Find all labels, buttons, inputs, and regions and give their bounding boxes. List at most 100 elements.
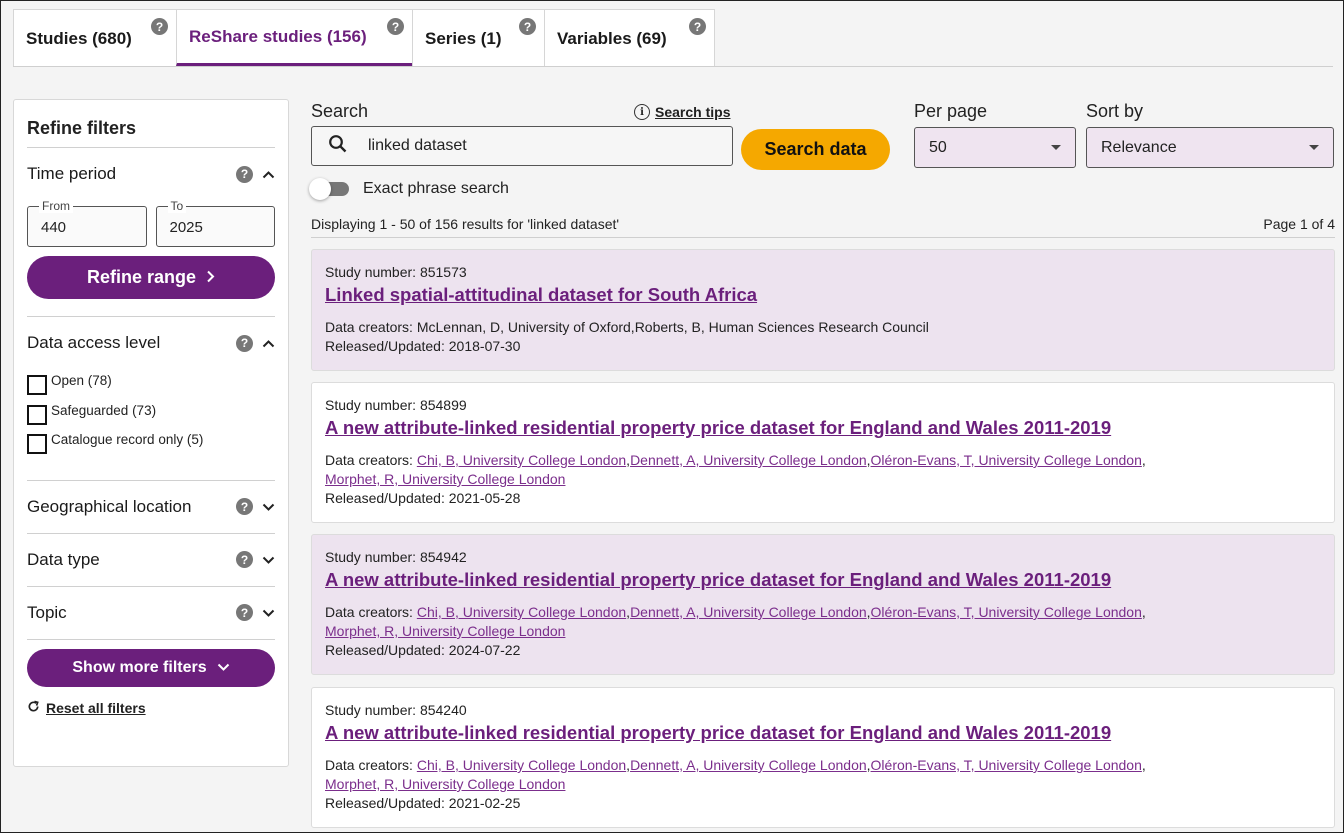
access-option-safeguarded[interactable]: Safeguarded (73) xyxy=(27,403,275,433)
exact-phrase-row: Exact phrase search xyxy=(309,178,509,200)
exact-phrase-label: Exact phrase search xyxy=(363,180,509,197)
reset-filters: Reset all filters xyxy=(27,700,275,716)
from-value: 440 xyxy=(41,219,67,236)
chevron-down-icon[interactable] xyxy=(261,605,275,621)
search-tips: i Search tips xyxy=(634,104,730,120)
refine-range-label: Refine range xyxy=(86,267,197,287)
data-access-label: Data access level xyxy=(27,333,161,352)
checkbox[interactable] xyxy=(27,404,47,425)
from-year-input[interactable]: From 440 xyxy=(27,199,147,247)
caret-down-icon xyxy=(1051,145,1061,150)
result-card: Study number: 851573 Linked spatial-atti… xyxy=(311,249,1335,371)
help-icon[interactable]: ? xyxy=(519,18,536,35)
access-option-catalogue[interactable]: Catalogue record only (5) xyxy=(27,432,275,462)
chevron-up-icon[interactable] xyxy=(261,166,275,182)
creator-link[interactable]: Dennett, A, University College London xyxy=(630,757,867,773)
search-input[interactable] xyxy=(368,137,688,155)
tab-reshare-studies[interactable]: ReShare studies (156) ? xyxy=(176,9,413,66)
creator-link[interactable]: Oléron-Evans, T, University College Lond… xyxy=(871,452,1142,468)
tab-label: ReShare studies (156) xyxy=(189,26,367,46)
help-icon[interactable]: ? xyxy=(236,498,253,515)
data-type-header[interactable]: Data type ? xyxy=(27,534,275,586)
tab-divider xyxy=(13,66,1333,67)
help-icon[interactable]: ? xyxy=(236,334,253,352)
chevron-right-icon xyxy=(206,267,215,288)
to-label: To xyxy=(167,199,187,213)
creator-link[interactable]: Oléron-Evans, T, University College Lond… xyxy=(871,757,1142,773)
creator-link[interactable]: Morphet, R, University College London xyxy=(325,776,565,792)
search-label: Search xyxy=(311,101,369,121)
results-count: Displaying 1 - 50 of 156 results for 'li… xyxy=(311,216,620,232)
results-summary: Displaying 1 - 50 of 156 results for 'li… xyxy=(311,216,1335,238)
tab-studies[interactable]: Studies (680) ? xyxy=(13,9,177,67)
released-date: Released/Updated: 2018-07-30 xyxy=(325,338,521,354)
study-title-link[interactable]: Linked spatial-attitudinal dataset for S… xyxy=(325,284,1321,306)
help-icon[interactable]: ? xyxy=(236,165,253,183)
tab-bar: Studies (680) ? ReShare studies (156) ? … xyxy=(13,9,715,67)
result-card: Study number: 854899 A new attribute-lin… xyxy=(311,382,1335,523)
data-access-section: Data access level ? Open (78) Safeguarde… xyxy=(27,317,275,481)
chevron-up-icon[interactable] xyxy=(261,335,275,351)
refine-range-button[interactable]: Refine range xyxy=(27,256,275,299)
topic-section: Topic ? xyxy=(27,587,275,640)
info-icon: i xyxy=(634,104,650,120)
per-page-value: 50 xyxy=(929,138,947,156)
tab-series[interactable]: Series (1) ? xyxy=(412,9,545,67)
sort-by-value: Relevance xyxy=(1101,138,1177,156)
data-access-header[interactable]: Data access level ? xyxy=(27,317,275,369)
results-divider xyxy=(311,237,1335,238)
exact-phrase-toggle[interactable] xyxy=(309,178,349,200)
study-number: Study number: 854240 xyxy=(325,702,467,718)
creator-link[interactable]: Morphet, R, University College London xyxy=(325,623,565,639)
topic-header[interactable]: Topic ? xyxy=(27,587,275,639)
time-period-label: Time period xyxy=(27,164,117,183)
released-date: Released/Updated: 2021-02-25 xyxy=(325,795,521,811)
refine-filters-panel: Refine filters Time period ? From 440 To… xyxy=(13,99,289,767)
data-creators: Data creators: Chi, B, University Colleg… xyxy=(325,604,1146,639)
per-page-label: Per page xyxy=(914,101,988,121)
tab-label: Series (1) xyxy=(425,28,502,48)
help-icon[interactable]: ? xyxy=(236,604,253,621)
creator-link[interactable]: Morphet, R, University College London xyxy=(325,471,565,487)
show-more-filters-button[interactable]: Show more filters xyxy=(27,648,275,687)
time-period-section: Time period ? From 440 To 2025 Refine ra… xyxy=(27,148,275,317)
show-more-filters-label: Show more filters xyxy=(72,658,207,676)
creator-link[interactable]: Oléron-Evans, T, University College Lond… xyxy=(871,604,1142,620)
creator-link[interactable]: Dennett, A, University College London xyxy=(630,452,867,468)
geo-header[interactable]: Geographical location ? xyxy=(27,481,275,533)
to-year-input[interactable]: To 2025 xyxy=(155,199,275,247)
help-icon[interactable]: ? xyxy=(151,18,168,35)
checkbox-label: Safeguarded (73) xyxy=(51,402,157,418)
time-period-header[interactable]: Time period ? xyxy=(27,148,275,200)
creator-link[interactable]: Chi, B, University College London xyxy=(417,604,626,620)
access-option-open[interactable]: Open (78) xyxy=(27,373,275,403)
creator-link[interactable]: Chi, B, University College London xyxy=(417,757,626,773)
chevron-down-icon[interactable] xyxy=(261,552,275,568)
sort-by-select[interactable]: Relevance xyxy=(1086,127,1334,168)
checkbox[interactable] xyxy=(27,434,47,454)
checkbox-label: Open (78) xyxy=(51,373,112,388)
result-card: Study number: 854942 A new attribute-lin… xyxy=(311,534,1335,675)
help-icon[interactable]: ? xyxy=(689,18,706,35)
per-page-select[interactable]: 50 xyxy=(914,127,1076,168)
creator-link[interactable]: Chi, B, University College London xyxy=(417,452,626,468)
study-title-link[interactable]: A new attribute-linked residential prope… xyxy=(325,417,1321,439)
chevron-down-icon xyxy=(217,659,230,677)
help-icon[interactable]: ? xyxy=(387,18,404,35)
topic-label: Topic xyxy=(27,602,67,622)
reset-all-filters-link[interactable]: Reset all filters xyxy=(46,700,146,716)
caret-down-icon xyxy=(1309,145,1319,150)
checkbox[interactable] xyxy=(27,375,47,395)
geo-section: Geographical location ? xyxy=(27,481,275,534)
study-title-link[interactable]: A new attribute-linked residential prope… xyxy=(325,722,1321,744)
page-indicator: Page 1 of 4 xyxy=(1263,216,1335,232)
search-tips-link[interactable]: Search tips xyxy=(655,104,730,120)
chevron-down-icon[interactable] xyxy=(261,499,275,515)
tab-variables[interactable]: Variables (69) ? xyxy=(544,9,715,67)
search-data-button[interactable]: Search data xyxy=(741,129,890,170)
search-input-wrapper xyxy=(311,126,733,166)
help-icon[interactable]: ? xyxy=(236,551,253,568)
study-title-link[interactable]: A new attribute-linked residential prope… xyxy=(325,569,1321,591)
study-number: Study number: 851573 xyxy=(325,264,467,280)
creator-link[interactable]: Dennett, A, University College London xyxy=(630,604,867,620)
